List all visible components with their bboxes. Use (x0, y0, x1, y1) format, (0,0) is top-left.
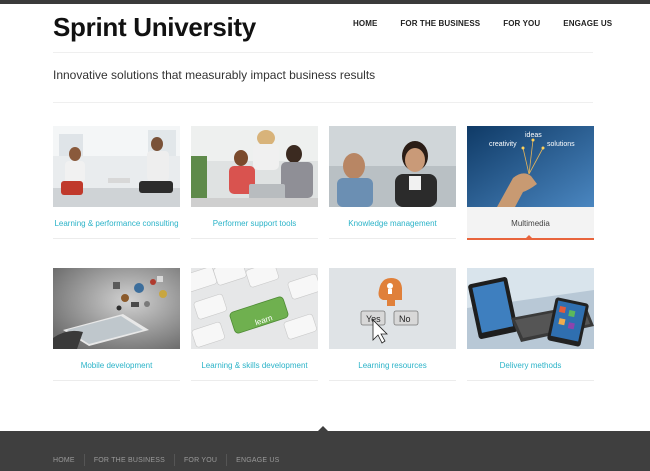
main-nav: HOME FOR THE BUSINESS FOR YOU ENGAGE US (353, 19, 635, 28)
image-word-creativity: creativity (489, 141, 517, 148)
tile-divider (53, 380, 180, 381)
tile-label[interactable]: Performer support tools (191, 219, 318, 228)
tile-divider (467, 380, 594, 381)
footer-nav-engage-us[interactable]: ENGAGE US (236, 457, 279, 464)
nav-home[interactable]: HOME (353, 19, 377, 28)
top-bar (0, 0, 650, 4)
tagline-divider (53, 102, 593, 103)
tile-mobile-development[interactable]: Mobile development (53, 268, 180, 381)
tile-consulting[interactable]: Learning & performance consulting (53, 126, 180, 239)
tile-label[interactable]: Delivery methods (467, 361, 594, 370)
tile-divider (191, 380, 318, 381)
footer-nav-for-you[interactable]: FOR YOU (184, 457, 217, 464)
tagline: Innovative solutions that measurably imp… (53, 68, 376, 82)
image-button-no: No (399, 314, 411, 324)
tile-divider (329, 380, 456, 381)
image-word-ideas: ideas (525, 132, 542, 139)
tile-label[interactable]: Multimedia (467, 219, 594, 228)
tile-label[interactable]: Learning & skills development (191, 361, 318, 370)
tile-label[interactable]: Knowledge management (329, 219, 456, 228)
tablet-objects-photo (53, 268, 180, 349)
active-tile-underline (467, 238, 594, 240)
footer-separator (83, 454, 85, 466)
tile-divider (329, 238, 456, 239)
keyboard-learn-photo: learn (191, 268, 318, 349)
tile-learning-resources[interactable]: Yes No Learning resources (329, 268, 456, 381)
yes-no-buttons-photo: Yes No (329, 268, 456, 349)
hand-ideas-photo: ideas creativity solutions (467, 126, 594, 207)
footer-nav: HOME FOR THE BUSINESS FOR YOU ENGAGE US (53, 454, 280, 466)
tile-label[interactable]: Learning resources (329, 361, 456, 370)
tile-divider (191, 238, 318, 239)
tile-label[interactable]: Mobile development (53, 361, 180, 370)
meeting-photo (53, 126, 180, 207)
smiling-colleagues-photo (329, 126, 456, 207)
site-logo[interactable]: Sprint University (53, 12, 256, 43)
devices-photo (467, 268, 594, 349)
footer: HOME FOR THE BUSINESS FOR YOU ENGAGE US (0, 431, 650, 471)
tile-learning-skills[interactable]: learn Learning & skills development (191, 268, 318, 381)
tile-label[interactable]: Learning & performance consulting (53, 219, 180, 228)
nav-for-you[interactable]: FOR YOU (503, 19, 540, 28)
tile-knowledge-management[interactable]: Knowledge management (329, 126, 456, 239)
image-word-solutions: solutions (547, 141, 575, 148)
nav-engage-us[interactable]: ENGAGE US (563, 19, 612, 28)
tile-multimedia[interactable]: ideas creativity solutions Multimedia (467, 126, 594, 240)
tile-delivery-methods[interactable]: Delivery methods (467, 268, 594, 381)
footer-nav-for-the-business[interactable]: FOR THE BUSINESS (94, 457, 165, 464)
active-indicator-icon (526, 235, 532, 238)
tile-performer-support[interactable]: Performer support tools (191, 126, 318, 239)
nav-for-the-business[interactable]: FOR THE BUSINESS (400, 19, 480, 28)
header-divider (53, 52, 593, 53)
footer-separator (226, 454, 228, 466)
team-laptop-photo (191, 126, 318, 207)
tile-divider (53, 238, 180, 239)
footer-nav-home[interactable]: HOME (53, 457, 75, 464)
footer-separator (173, 454, 175, 466)
